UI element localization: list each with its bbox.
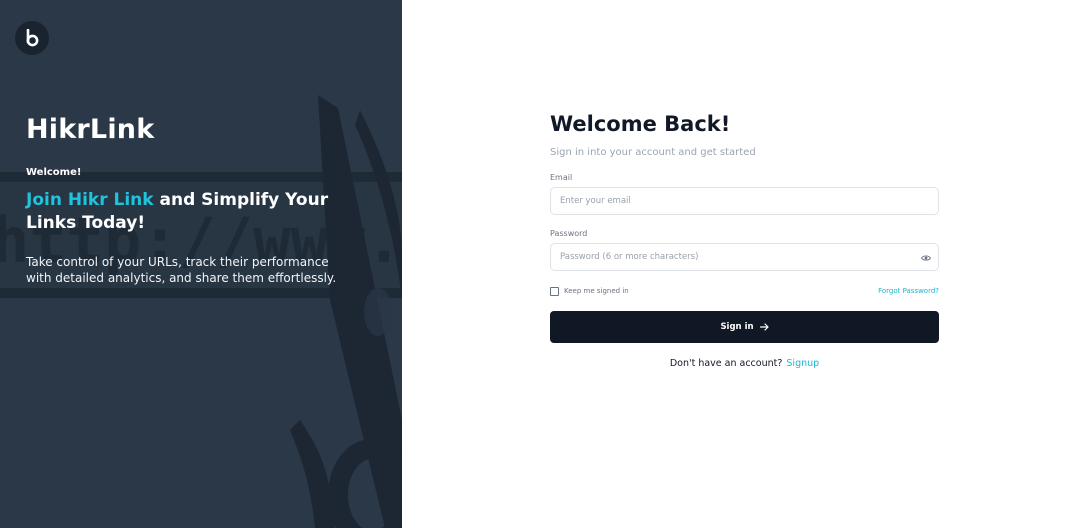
- form-title: Welcome Back!: [550, 112, 731, 136]
- signin-button[interactable]: Sign in: [550, 311, 939, 343]
- hero-headline-accent: Join Hikr Link: [26, 190, 154, 210]
- signin-page: http://www. HikrLink Welcome! Join Hikr …: [0, 0, 1080, 528]
- scissors-illustration: [290, 95, 402, 528]
- signup-link[interactable]: Signup: [786, 358, 819, 369]
- remember-checkbox[interactable]: [550, 286, 559, 296]
- email-field[interactable]: [551, 188, 938, 214]
- password-field-wrapper: [550, 243, 939, 271]
- password-field[interactable]: [551, 244, 938, 270]
- signin-button-label: Sign in: [720, 322, 754, 332]
- email-label: Email: [550, 173, 573, 182]
- form-options-row: Keep me signed in Forgot Password?: [550, 285, 939, 297]
- eye-icon[interactable]: [920, 252, 931, 263]
- hero-description: Take control of your URLs, track their p…: [26, 255, 337, 285]
- signup-prompt: Don't have an account?: [669, 358, 783, 369]
- signup-row: Don't have an account? Signup: [550, 358, 939, 369]
- hero-title: HikrLink: [26, 114, 155, 145]
- hero-panel: http://www. HikrLink Welcome! Join Hikr …: [0, 0, 402, 528]
- login-panel: Welcome Back! Sign in into your account …: [402, 0, 1080, 528]
- arrow-right-icon: [759, 323, 769, 331]
- remember-label: Keep me signed in: [564, 287, 629, 295]
- brand-logo-icon: [26, 29, 39, 47]
- password-label: Password: [550, 229, 588, 238]
- hero-headline: Join Hikr Link and Simplify Your Links T…: [26, 189, 371, 235]
- hero-welcome: Welcome!: [26, 167, 82, 178]
- brand-logo[interactable]: [15, 21, 49, 55]
- form-subtitle: Sign in into your account and get starte…: [550, 147, 756, 158]
- login-form: Welcome Back! Sign in into your account …: [550, 112, 939, 369]
- forgot-password-link[interactable]: Forgot Password?: [878, 287, 939, 295]
- email-field-wrapper: [550, 187, 939, 215]
- remember-me[interactable]: Keep me signed in: [550, 286, 629, 296]
